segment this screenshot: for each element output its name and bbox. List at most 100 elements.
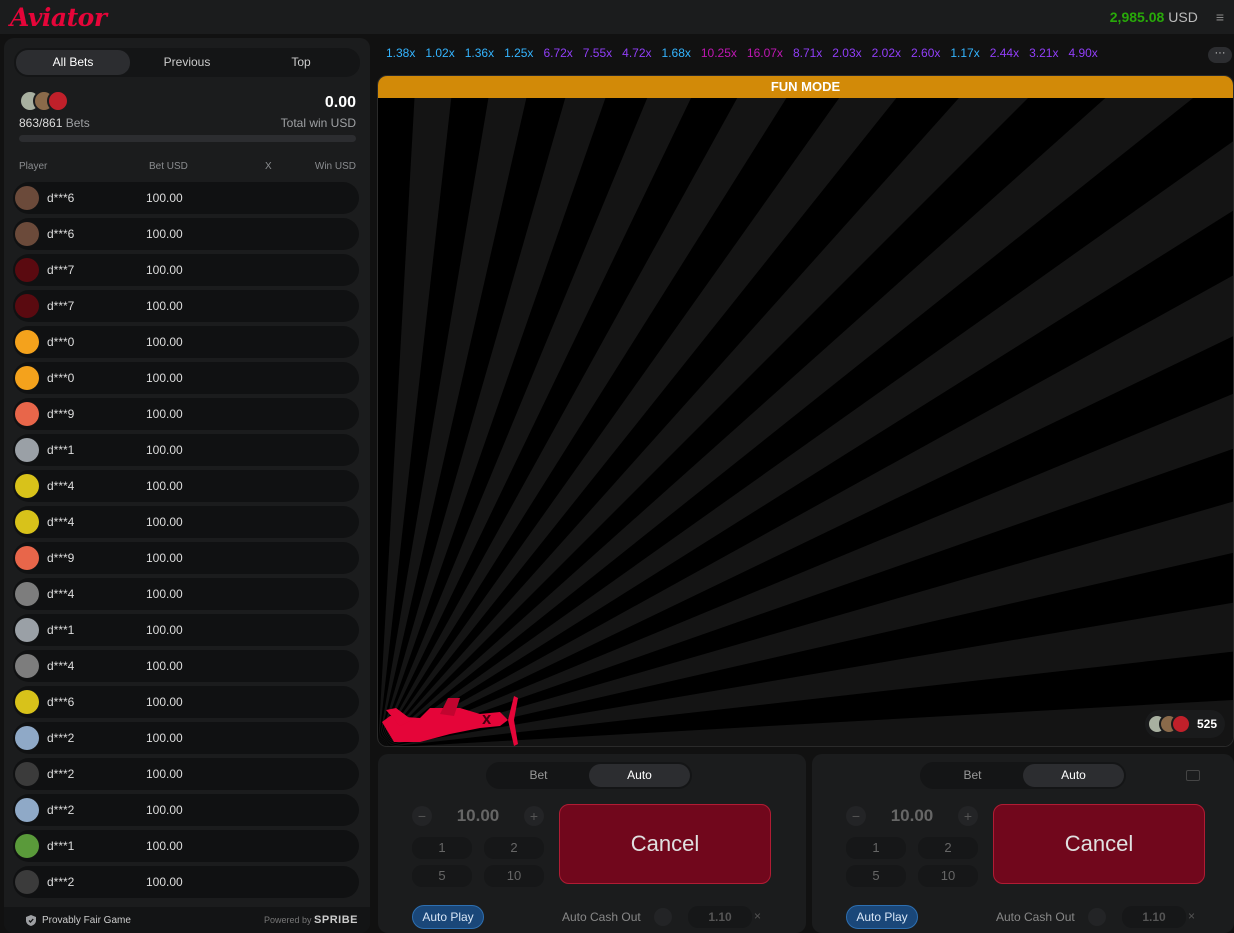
player-name: d***4 [47, 515, 75, 529]
quick-amount-button[interactable]: 5 [412, 865, 472, 887]
sunburst-background [378, 98, 1233, 746]
history-multiplier[interactable]: 2.44x [990, 46, 1019, 60]
auto-cash-out-toggle[interactable] [1088, 908, 1106, 926]
history-multiplier[interactable]: 1.17x [950, 46, 979, 60]
history-multiplier[interactable]: 2.03x [832, 46, 861, 60]
cancel-button[interactable]: Cancel [993, 804, 1205, 884]
top-header: Aviator 2,985.08 USD ≡ [0, 0, 1234, 34]
bets-count-label: Bets [65, 116, 90, 130]
auto-cash-out-input[interactable]: 1.10 [1122, 906, 1186, 928]
clear-icon[interactable]: × [1188, 909, 1195, 923]
avatar [15, 798, 39, 822]
table-row: d***7 100.00 [13, 254, 359, 286]
player-name: d***2 [47, 731, 75, 745]
tab-previous[interactable]: Previous [130, 50, 244, 75]
auto-cash-out-input[interactable]: 1.10 [688, 906, 752, 928]
history-multiplier[interactable]: 1.25x [504, 46, 533, 60]
bet-amount-input[interactable]: 10.00 [457, 806, 500, 826]
player-name: d***2 [47, 767, 75, 781]
player-name: d***9 [47, 551, 75, 565]
powered-by: Powered by SPRIBE [264, 914, 358, 926]
history-more-button[interactable]: ··· [1208, 47, 1232, 63]
history-multiplier[interactable]: 1.38x [386, 46, 415, 60]
avatar [15, 186, 39, 210]
quick-amount-button[interactable]: 2 [484, 837, 544, 859]
svg-text:X: X [482, 713, 492, 727]
bet-amount-input[interactable]: 10.00 [891, 806, 934, 826]
tab-all-bets[interactable]: All Bets [16, 50, 130, 75]
tab-bet[interactable]: Bet [922, 764, 1023, 787]
player-name: d***6 [47, 695, 75, 709]
player-name: d***1 [47, 623, 75, 637]
auto-cash-out-toggle[interactable] [654, 908, 672, 926]
tab-auto[interactable]: Auto [1023, 764, 1124, 787]
history-multiplier[interactable]: 10.25x [701, 46, 737, 60]
bet-amount: 100.00 [146, 659, 183, 673]
table-row: d***4 100.00 [13, 650, 359, 682]
quick-amount-button[interactable]: 2 [918, 837, 978, 859]
auto-cash-out-label: Auto Cash Out [996, 910, 1075, 924]
player-name: d***7 [47, 299, 75, 313]
spribe-logo: SPRIBE [314, 914, 358, 926]
history-multiplier[interactable]: 4.90x [1068, 46, 1097, 60]
history-multiplier[interactable]: 8.71x [793, 46, 822, 60]
auto-play-button[interactable]: Auto Play [846, 905, 918, 929]
history-multiplier[interactable]: 2.02x [872, 46, 901, 60]
footer: Provably Fair Game Powered by SPRIBE [4, 907, 370, 933]
clear-icon[interactable]: × [754, 909, 761, 923]
cancel-button[interactable]: Cancel [559, 804, 771, 884]
avatar [15, 654, 39, 678]
history-multiplier[interactable]: 1.36x [465, 46, 494, 60]
bet-amount: 100.00 [146, 191, 183, 205]
quick-amount-button[interactable]: 10 [918, 865, 978, 887]
table-row: d***9 100.00 [13, 398, 359, 430]
increase-button[interactable]: + [957, 806, 978, 826]
history-multiplier[interactable]: 1.02x [425, 46, 454, 60]
player-name: d***2 [47, 875, 75, 889]
bet-amount: 100.00 [146, 371, 183, 385]
history-multiplier[interactable]: 16.07x [747, 46, 783, 60]
quick-amount-button[interactable]: 1 [846, 837, 906, 859]
column-bet: Bet USD [149, 161, 188, 172]
avatar [15, 294, 39, 318]
increase-button[interactable]: + [523, 806, 544, 826]
avatar [15, 402, 39, 426]
bet-amount: 100.00 [146, 227, 183, 241]
auto-play-button[interactable]: Auto Play [412, 905, 484, 929]
decrease-button[interactable]: − [412, 806, 432, 826]
powered-by-label: Powered by [263, 915, 312, 925]
menu-icon[interactable]: ≡ [1216, 9, 1224, 25]
history-multiplier[interactable]: 2.60x [911, 46, 940, 60]
bet-amount: 100.00 [146, 299, 183, 313]
table-row: d***1 100.00 [13, 614, 359, 646]
player-name: d***9 [47, 407, 75, 421]
quick-amount-button[interactable]: 10 [484, 865, 544, 887]
player-name: d***4 [47, 659, 75, 673]
quick-amount-button[interactable]: 1 [412, 837, 472, 859]
player-name: d***7 [47, 263, 75, 277]
history-multiplier[interactable]: 3.21x [1029, 46, 1058, 60]
avatar [15, 870, 39, 894]
minimize-icon[interactable] [1186, 770, 1200, 781]
bettors-avatars [19, 90, 69, 112]
tab-bet[interactable]: Bet [488, 764, 589, 787]
decrease-button[interactable]: − [846, 806, 866, 826]
bet-amount: 100.00 [146, 839, 183, 853]
column-win: Win USD [314, 161, 356, 172]
table-row: d***6 100.00 [13, 686, 359, 718]
fun-mode-banner: FUN MODE [378, 76, 1233, 98]
tab-top[interactable]: Top [244, 50, 358, 75]
bet-amount: 100.00 [146, 803, 183, 817]
tab-auto[interactable]: Auto [589, 764, 690, 787]
quick-amount-button[interactable]: 5 [846, 865, 906, 887]
bet-amount: 100.00 [146, 443, 183, 457]
table-row: d***1 100.00 [13, 830, 359, 862]
history-multiplier[interactable]: 4.72x [622, 46, 651, 60]
online-players: 525 [1144, 710, 1225, 738]
column-x: X [265, 161, 272, 172]
airplane-icon: X [382, 696, 518, 746]
history-multiplier[interactable]: 6.72x [543, 46, 572, 60]
history-multiplier[interactable]: 7.55x [583, 46, 612, 60]
provably-fair-link[interactable]: Provably Fair Game [26, 914, 131, 926]
history-multiplier[interactable]: 1.68x [662, 46, 691, 60]
